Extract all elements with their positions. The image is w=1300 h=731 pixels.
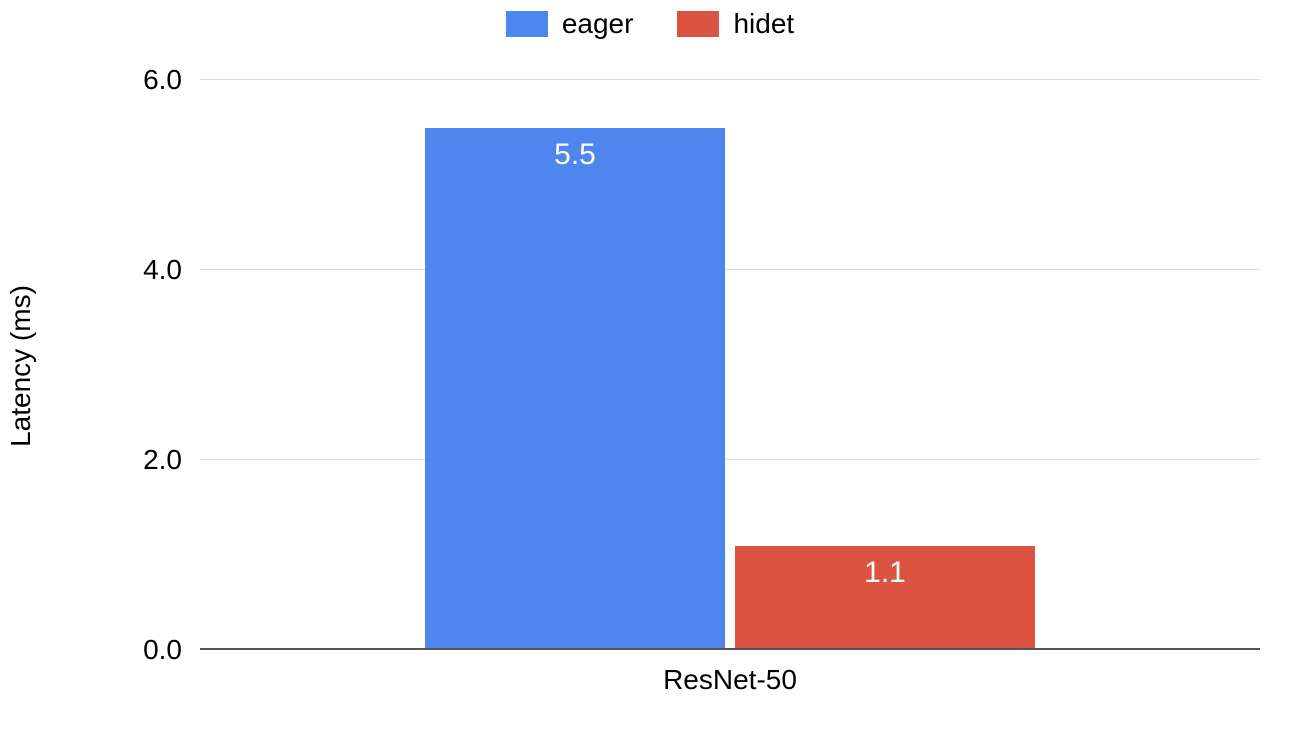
bar-value-label: 5.5 — [425, 138, 725, 172]
legend-label: eager — [562, 8, 634, 40]
category-group: 5.5 1.1 ResNet-50 — [425, 80, 1035, 650]
bar-value-label: 1.1 — [735, 556, 1035, 590]
bar-eager: 5.5 — [425, 128, 725, 651]
x-axis-line — [200, 648, 1260, 650]
legend-swatch-eager — [506, 11, 548, 37]
legend: eager hidet — [0, 8, 1300, 40]
bar-hidet: 1.1 — [735, 546, 1035, 650]
bar-chart: eager hidet Latency (ms) 6.0 4.0 2.0 0.0… — [0, 0, 1300, 731]
legend-label: hidet — [733, 8, 794, 40]
y-tick-label: 4.0 — [143, 254, 182, 286]
x-axis-category-label: ResNet-50 — [663, 664, 797, 696]
y-tick-label: 0.0 — [143, 634, 182, 666]
legend-swatch-hidet — [677, 11, 719, 37]
plot-area: 6.0 4.0 2.0 0.0 5.5 1.1 ResNet-50 — [200, 80, 1260, 650]
y-tick-label: 6.0 — [143, 64, 182, 96]
y-axis-label: Latency (ms) — [5, 285, 37, 447]
legend-item-eager: eager — [506, 8, 634, 40]
legend-item-hidet: hidet — [677, 8, 794, 40]
y-tick-label: 2.0 — [143, 444, 182, 476]
